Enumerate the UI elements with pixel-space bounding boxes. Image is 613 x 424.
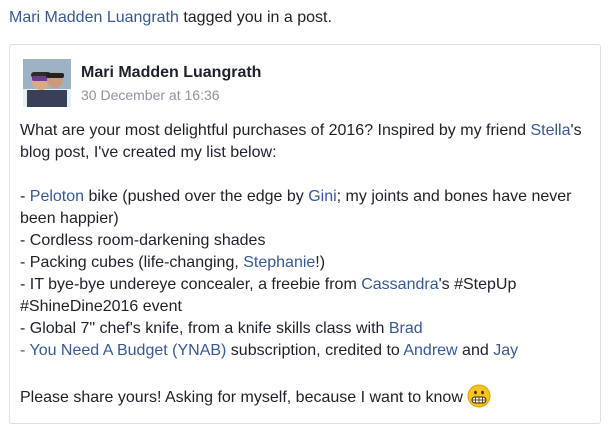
avatar[interactable]: [23, 59, 71, 107]
list-item: - Global 7" chef's knife, from a knife s…: [20, 318, 595, 340]
tag-link-andrew[interactable]: Andrew: [403, 342, 457, 359]
list-text: bike (pushed over the edge by: [84, 188, 309, 205]
list-text: - Packing cubes (life-changing,: [20, 254, 244, 271]
list-text: - Global 7" chef's knife, from a knife s…: [20, 320, 389, 337]
list-text: and: [457, 342, 494, 359]
link-ynab[interactable]: - You Need A Budget (YNAB): [20, 342, 226, 359]
link-peloton[interactable]: Peloton: [30, 188, 84, 205]
tag-link-stephanie[interactable]: Stephanie: [243, 254, 315, 271]
post-closing: Please share yours! Asking for myself, b…: [20, 384, 595, 415]
list-text: subscription, credited to: [226, 342, 404, 359]
list-item: - IT bye-bye undereye concealer, a freeb…: [20, 274, 595, 318]
post-timestamp[interactable]: 30 December at 16:36: [81, 86, 220, 104]
closing-text: Please share yours! Asking for myself, b…: [20, 389, 463, 406]
tag-link-cassandra[interactable]: Cassandra: [361, 276, 438, 293]
tag-link-stella[interactable]: Stella: [530, 122, 570, 139]
list-item: - Peloton bike (pushed over the edge by …: [20, 186, 595, 230]
list-item: - Cordless room-darkening shades: [20, 232, 266, 249]
list-text: !): [315, 254, 326, 271]
post-author[interactable]: Mari Madden Luangrath: [81, 63, 261, 83]
notification-text: tagged you in a post.: [178, 9, 332, 26]
post-card: Mari Madden Luangrath 30 December at 16:…: [9, 44, 601, 424]
tag-link-brad[interactable]: Brad: [389, 320, 423, 337]
intro-text: What are your most delightful purchases …: [20, 122, 531, 139]
post-body: What are your most delightful purchases …: [20, 120, 595, 415]
list-item: - You Need A Budget (YNAB) subscription,…: [20, 340, 595, 362]
grimacing-face-icon: [467, 384, 491, 415]
notification-actor-link[interactable]: Mari Madden Luangrath: [9, 9, 179, 26]
tag-link-jay[interactable]: Jay: [493, 342, 518, 359]
list-item: - Packing cubes (life-changing, Stephani…: [20, 252, 595, 274]
list-bullet: -: [20, 188, 30, 205]
avatar-photo-icon: [23, 59, 71, 107]
tag-notification: Mari Madden Luangrath tagged you in a po…: [9, 8, 332, 28]
post-intro: What are your most delightful purchases …: [20, 120, 595, 164]
tag-link-gini[interactable]: Gini: [308, 188, 336, 205]
list-text: - IT bye-bye undereye concealer, a freeb…: [20, 276, 362, 293]
